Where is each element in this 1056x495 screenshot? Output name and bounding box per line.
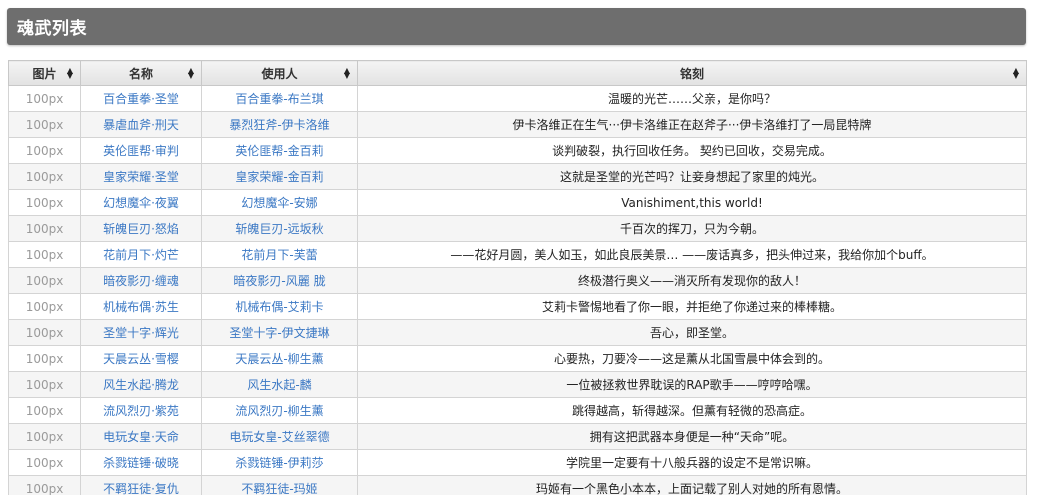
inscription-text: 一位被拯救世界耽误的RAP歌手——哼哼哈嘿。	[357, 371, 1027, 398]
user-link[interactable]: 幻想魔伞-安娜	[201, 189, 358, 216]
inscription-text: 终极潜行奥义——消灭所有发现你的敌人！	[357, 267, 1027, 294]
user-link[interactable]: 风生水起-麟	[201, 371, 358, 398]
table-row: 100px 百合重拳·圣堂 百合重拳-布兰琪 温暖的光芒……父亲，是你吗？	[8, 85, 1027, 112]
user-link[interactable]: 流风烈刃-柳生薰	[201, 397, 358, 424]
image-placeholder: 100px	[8, 189, 81, 216]
user-link[interactable]: 杀戮链锤-伊莉莎	[201, 449, 358, 476]
image-placeholder: 100px	[8, 345, 81, 372]
user-link[interactable]: 百合重拳-布兰琪	[201, 85, 358, 112]
image-placeholder: 100px	[8, 293, 81, 320]
weapon-name-link[interactable]: 天晨云丛·雪樱	[80, 345, 202, 372]
table-row: 100px 暗夜影刃·缠魂 暗夜影刃-风麗 胧 终极潜行奥义——消灭所有发现你的…	[8, 267, 1027, 294]
inscription-text: 伊卡洛维正在生气···伊卡洛维正在赵斧子···伊卡洛维打了一局昆特牌	[357, 111, 1027, 138]
user-link[interactable]: 电玩女皇-艾丝翠德	[201, 423, 358, 450]
inscription-text: ——花好月圆，美人如玉，如此良辰美景… ——废话真多，把头伸过来，我给你加个bu…	[357, 241, 1027, 268]
weapon-name-link[interactable]: 流风烈刃·紫苑	[80, 397, 202, 424]
inscription-text: 艾莉卡警惕地看了你一眼，并拒绝了你递过来的棒棒糖。	[357, 293, 1027, 320]
table-row: 100px 杀戮链锤·破晓 杀戮链锤-伊莉莎 学院里一定要有十八般兵器的设定不是…	[8, 449, 1027, 476]
sort-both-icon[interactable]: ▲ ▼	[188, 67, 194, 80]
weapon-name-link[interactable]: 皇家荣耀·圣堂	[80, 163, 202, 190]
user-link[interactable]: 天晨云丛-柳生薰	[201, 345, 358, 372]
sort-both-icon[interactable]: ▲ ▼	[67, 67, 73, 80]
image-placeholder: 100px	[8, 449, 81, 476]
table-row: 100px 机械布偶·苏生 机械布偶-艾莉卡 艾莉卡警惕地看了你一眼，并拒绝了你…	[8, 293, 1027, 320]
page-title: 魂武列表	[17, 19, 87, 39]
inscription-text: 心要热，刀要冷——这是薰从北国雪晨中体会到的。	[357, 345, 1027, 372]
image-placeholder: 100px	[8, 163, 81, 190]
soul-weapon-table-container: 图片 ▲ ▼ 名称 ▲ ▼ 使用人 ▲ ▼ 铭刻 ▲ ▼ 100px 百合重拳·…	[8, 60, 1027, 495]
user-link[interactable]: 暗夜影刃-风麗 胧	[201, 267, 358, 294]
image-placeholder: 100px	[8, 241, 81, 268]
user-link[interactable]: 机械布偶-艾莉卡	[201, 293, 358, 320]
weapon-name-link[interactable]: 机械布偶·苏生	[80, 293, 202, 320]
inscription-text: 谈判破裂，执行回收任务。 契约已回收，交易完成。	[357, 137, 1027, 164]
weapon-name-link[interactable]: 风生水起·腾龙	[80, 371, 202, 398]
inscription-text: 学院里一定要有十八般兵器的设定不是常识嘛。	[357, 449, 1027, 476]
column-header-label: 名称	[128, 66, 153, 81]
image-placeholder: 100px	[8, 215, 81, 242]
table-row: 100px 英伦匪帮·审判 英伦匪帮-金百莉 谈判破裂，执行回收任务。 契约已回…	[8, 137, 1027, 164]
image-placeholder: 100px	[8, 397, 81, 424]
image-placeholder: 100px	[8, 319, 81, 346]
weapon-name-link[interactable]: 百合重拳·圣堂	[80, 85, 202, 112]
inscription-text: 吾心，即圣堂。	[357, 319, 1027, 346]
inscription-text: 玛姬有一个黑色小本本，上面记载了别人对她的所有恩情。	[357, 475, 1027, 495]
inscription-text: 这就是圣堂的光芒吗？让妾身想起了家里的炖光。	[357, 163, 1027, 190]
table-row: 100px 流风烈刃·紫苑 流风烈刃-柳生薰 跳得越高，斩得越深。但薰有轻微的恐…	[8, 397, 1027, 424]
table-row: 100px 圣堂十字·辉光 圣堂十字-伊文捷琳 吾心，即圣堂。	[8, 319, 1027, 346]
weapon-name-link[interactable]: 幻想魔伞·夜翼	[80, 189, 202, 216]
column-header-name[interactable]: 名称 ▲ ▼	[80, 60, 202, 86]
weapon-name-link[interactable]: 不羁狂徒·复仇	[80, 475, 202, 495]
column-header-inscription[interactable]: 铭刻 ▲ ▼	[357, 60, 1027, 86]
inscription-text: 拥有这把武器本身便是一种“天命”呢。	[357, 423, 1027, 450]
sort-both-icon[interactable]: ▲ ▼	[1013, 67, 1019, 80]
image-placeholder: 100px	[8, 267, 81, 294]
weapon-name-link[interactable]: 电玩女皇·天命	[80, 423, 202, 450]
user-link[interactable]: 暴烈狂斧-伊卡洛维	[201, 111, 358, 138]
image-placeholder: 100px	[8, 423, 81, 450]
column-header-image[interactable]: 图片 ▲ ▼	[8, 60, 81, 86]
weapon-name-link[interactable]: 暗夜影刃·缠魂	[80, 267, 202, 294]
weapon-name-link[interactable]: 杀戮链锤·破晓	[80, 449, 202, 476]
image-placeholder: 100px	[8, 111, 81, 138]
title-bar: 魂武列表	[7, 8, 1026, 45]
user-link[interactable]: 不羁狂徒-玛姬	[201, 475, 358, 495]
page: 魂武列表 图片 ▲ ▼ 名称 ▲ ▼ 使用人 ▲ ▼ 铭刻 ▲ ▼ 100px …	[0, 0, 1056, 495]
column-header-label: 铭刻	[679, 66, 704, 81]
inscription-text: 跳得越高，斩得越深。但薰有轻微的恐高症。	[357, 397, 1027, 424]
table-row: 100px 风生水起·腾龙 风生水起-麟 一位被拯救世界耽误的RAP歌手——哼哼…	[8, 371, 1027, 398]
image-placeholder: 100px	[8, 137, 81, 164]
table-row: 100px 幻想魔伞·夜翼 幻想魔伞-安娜 Vanishiment,this w…	[8, 189, 1027, 216]
weapon-name-link[interactable]: 圣堂十字·辉光	[80, 319, 202, 346]
user-link[interactable]: 斩魄巨刃-远坂秋	[201, 215, 358, 242]
table-row: 100px 暴虐血斧·刑天 暴烈狂斧-伊卡洛维 伊卡洛维正在生气···伊卡洛维正…	[8, 111, 1027, 138]
weapon-name-link[interactable]: 英伦匪帮·审判	[80, 137, 202, 164]
table-row: 100px 电玩女皇·天命 电玩女皇-艾丝翠德 拥有这把武器本身便是一种“天命”…	[8, 423, 1027, 450]
table-row: 100px 不羁狂徒·复仇 不羁狂徒-玛姬 玛姬有一个黑色小本本，上面记载了别人…	[8, 475, 1027, 495]
table-header-row: 图片 ▲ ▼ 名称 ▲ ▼ 使用人 ▲ ▼ 铭刻 ▲ ▼	[8, 60, 1027, 86]
inscription-text: 千百次的挥刀，只为今朝。	[357, 215, 1027, 242]
image-placeholder: 100px	[8, 475, 81, 495]
column-header-label: 图片	[32, 66, 57, 81]
table-row: 100px 天晨云丛·雪樱 天晨云丛-柳生薰 心要热，刀要冷——这是薰从北国雪晨…	[8, 345, 1027, 372]
image-placeholder: 100px	[8, 85, 81, 112]
soul-weapon-table: 图片 ▲ ▼ 名称 ▲ ▼ 使用人 ▲ ▼ 铭刻 ▲ ▼ 100px 百合重拳·…	[8, 60, 1027, 495]
weapon-name-link[interactable]: 花前月下·灼芒	[80, 241, 202, 268]
weapon-name-link[interactable]: 斩魄巨刃·怒焰	[80, 215, 202, 242]
user-link[interactable]: 英伦匪帮-金百莉	[201, 137, 358, 164]
user-link[interactable]: 花前月下-芙蕾	[201, 241, 358, 268]
table-row: 100px 皇家荣耀·圣堂 皇家荣耀-金百莉 这就是圣堂的光芒吗？让妾身想起了家…	[8, 163, 1027, 190]
image-placeholder: 100px	[8, 371, 81, 398]
inscription-text: 温暖的光芒……父亲，是你吗？	[357, 85, 1027, 112]
inscription-text: Vanishiment,this world!	[357, 189, 1027, 216]
column-header-label: 使用人	[261, 66, 298, 81]
user-link[interactable]: 圣堂十字-伊文捷琳	[201, 319, 358, 346]
sort-both-icon[interactable]: ▲ ▼	[344, 67, 350, 80]
user-link[interactable]: 皇家荣耀-金百莉	[201, 163, 358, 190]
table-row: 100px 斩魄巨刃·怒焰 斩魄巨刃-远坂秋 千百次的挥刀，只为今朝。	[8, 215, 1027, 242]
weapon-name-link[interactable]: 暴虐血斧·刑天	[80, 111, 202, 138]
table-row: 100px 花前月下·灼芒 花前月下-芙蕾 ——花好月圆，美人如玉，如此良辰美景…	[8, 241, 1027, 268]
column-header-user[interactable]: 使用人 ▲ ▼	[201, 60, 358, 86]
